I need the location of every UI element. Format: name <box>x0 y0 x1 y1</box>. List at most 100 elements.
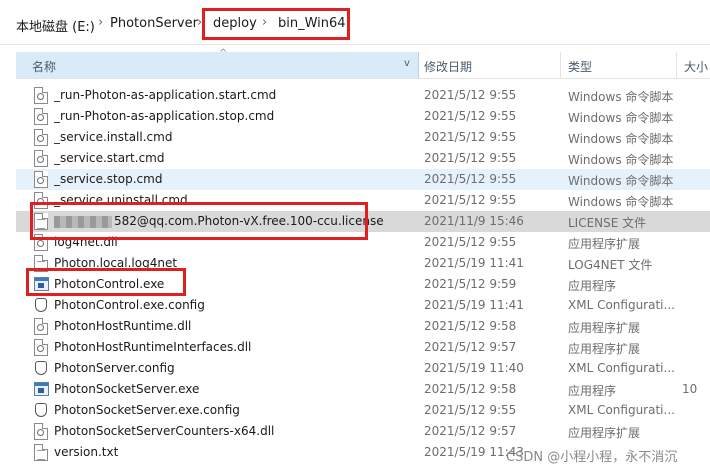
column-divider[interactable] <box>676 52 677 78</box>
sort-ascending-icon: ^ <box>219 48 228 59</box>
column-header-size[interactable]: 大小 <box>684 58 708 75</box>
file-date: 2021/5/19 11:40 <box>424 361 524 375</box>
file-name: _run-Photon-as-application.stop.cmd <box>54 109 275 123</box>
file-row[interactable]: _run-Photon-as-application.start.cmd 2021… <box>16 85 710 106</box>
file-row[interactable]: PhotonSocketServer.exe.config 2021/5/12 9… <box>16 400 710 421</box>
file-row[interactable]: log4net.dll 2021/5/12 9:55 应用程序扩展 <box>16 232 710 253</box>
dll-file-icon <box>34 234 48 251</box>
file-type: Windows 命令脚本 <box>568 153 674 167</box>
config-file-icon <box>34 402 48 419</box>
file-date: 2021/5/12 9:55 <box>424 88 517 102</box>
file-row[interactable]: _service.start.cmd 2021/5/12 9:55 Windows … <box>16 148 710 169</box>
file-name: PhotonSocketServer.exe <box>54 382 200 396</box>
file-row[interactable]: PhotonHostRuntime.dll 2021/5/12 9:58 应用程序扩… <box>16 316 710 337</box>
file-name: _service.start.cmd <box>54 151 165 165</box>
breadcrumb-photonserver[interactable]: PhotonServer <box>110 16 198 31</box>
file-size: 10 <box>682 382 698 396</box>
cmd-file-icon <box>34 129 48 146</box>
file-date: 2021/5/12 9:57 <box>424 424 517 438</box>
file-type: 应用程序扩展 <box>568 237 641 251</box>
file-name: PhotonSocketServerCounters-x64.dll <box>54 424 275 438</box>
watermark-text: CSDN @小程小程，永不消沉 <box>506 450 678 465</box>
file-row[interactable]: PhotonControl.exe.config 2021/5/19 11:41 X… <box>16 295 710 316</box>
file-date: 2021/5/12 9:58 <box>424 382 517 396</box>
breadcrumb-separator-icon[interactable]: › <box>197 15 202 30</box>
file-date: 2021/5/12 9:55 <box>424 403 517 417</box>
file-name: PhotonControl.exe.config <box>54 298 205 312</box>
file-date: 2021/5/12 9:55 <box>424 109 517 123</box>
breadcrumb-separator-icon[interactable]: › <box>98 15 103 30</box>
cmd-file-icon <box>34 171 48 188</box>
file-row[interactable]: 582@qq.com.Photon-vX.free.100-ccu.licens… <box>16 211 710 232</box>
file-name: PhotonHostRuntimeInterfaces.dll <box>54 340 252 354</box>
exe-file-icon <box>34 277 49 291</box>
cmd-file-icon <box>34 87 48 104</box>
file-name: PhotonHostRuntime.dll <box>54 319 192 333</box>
file-name: PhotonSocketServer.exe.config <box>54 403 240 417</box>
file-row[interactable]: PhotonHostRuntimeInterfaces.dll 2021/5/12… <box>16 337 710 358</box>
address-bar[interactable]: 本地磁盘 (E:) › PhotonServer › deploy › bin_… <box>0 0 710 45</box>
file-type: 应用程序扩展 <box>568 426 641 440</box>
breadcrumb-local-disk[interactable]: 本地磁盘 (E:) <box>16 16 95 35</box>
breadcrumb-bin-win64[interactable]: bin_Win64 <box>278 16 346 31</box>
breadcrumb-deploy[interactable]: deploy <box>213 16 257 31</box>
file-date: 2021/11/9 15:46 <box>424 214 524 228</box>
cmd-file-icon <box>34 150 48 167</box>
cmd-file-icon <box>34 192 48 209</box>
file-name: _service.install.cmd <box>54 130 173 144</box>
file-date: 2021/5/12 9:55 <box>424 172 517 186</box>
file-date: 2021/5/12 9:55 <box>424 130 517 144</box>
config-file-icon <box>34 360 48 377</box>
breadcrumb-separator-icon[interactable]: › <box>262 15 267 30</box>
file-type: 应用程序 <box>568 279 617 293</box>
file-type: LICENSE 文件 <box>568 216 647 230</box>
column-header-type[interactable]: 类型 <box>568 58 592 75</box>
column-header-name[interactable]: ^ 名称 v <box>16 48 419 78</box>
file-type: 应用程序扩展 <box>568 321 641 335</box>
file-type: XML Configurati... <box>568 403 675 417</box>
dll-file-icon <box>34 339 48 356</box>
file-row[interactable]: _service.uninstall.cmd 2021/5/12 9:55 Wind… <box>16 190 710 211</box>
file-type: 应用程序 <box>568 384 617 398</box>
file-row[interactable]: PhotonServer.config 2021/5/19 11:40 XML Co… <box>16 358 710 379</box>
file-date: 2021/5/19 11:41 <box>424 256 524 270</box>
column-divider[interactable] <box>560 52 561 78</box>
exe-file-icon <box>34 382 49 396</box>
file-type: Windows 命令脚本 <box>568 132 674 146</box>
file-name: Photon.local.log4net <box>54 256 178 270</box>
file-date: 2021/5/12 9:59 <box>424 277 517 291</box>
file-type: Windows 命令脚本 <box>568 174 674 188</box>
file-type: XML Configurati... <box>568 361 675 375</box>
file-name: _service.uninstall.cmd <box>54 193 188 207</box>
file-name: _run-Photon-as-application.start.cmd <box>54 88 277 102</box>
file-name: PhotonControl.exe <box>54 277 165 291</box>
file-row[interactable]: Photon.local.log4net 2021/5/19 11:41 LOG4N… <box>16 253 710 274</box>
config-file-icon <box>34 297 48 314</box>
cmd-file-icon <box>34 108 48 125</box>
file-row[interactable]: _service.install.cmd 2021/5/12 9:55 Window… <box>16 127 710 148</box>
chevron-down-icon[interactable]: v <box>404 58 410 69</box>
license-file-icon <box>34 213 48 230</box>
file-row[interactable]: PhotonSocketServer.exe 2021/5/12 9:58 应用程序… <box>16 379 710 400</box>
file-type: LOG4NET 文件 <box>568 258 653 272</box>
file-date: 2021/5/12 9:57 <box>424 340 517 354</box>
file-row[interactable]: _service.stop.cmd 2021/5/12 9:55 Windows 命… <box>16 169 710 190</box>
dll-file-icon <box>34 423 48 440</box>
column-header-date[interactable]: 修改日期 <box>424 58 472 75</box>
file-type: 应用程序扩展 <box>568 342 641 356</box>
file-name: _service.stop.cmd <box>54 172 163 186</box>
file-date: 2021/5/12 9:55 <box>424 193 517 207</box>
file-date: 2021/5/12 9:58 <box>424 319 517 333</box>
file-date: 2021/5/19 11:41 <box>424 298 524 312</box>
file-type: Windows 命令脚本 <box>568 111 674 125</box>
file-row[interactable]: _run-Photon-as-application.stop.cmd 2021/… <box>16 106 710 127</box>
file-row[interactable]: PhotonControl.exe 2021/5/12 9:59 应用程序 <box>16 274 710 295</box>
file-type: Windows 命令脚本 <box>568 90 674 104</box>
file-type: XML Configurati... <box>568 298 675 312</box>
file-name: PhotonServer.config <box>54 361 175 375</box>
file-row[interactable]: PhotonSocketServerCounters-x64.dll 2021/5… <box>16 421 710 442</box>
file-date: 2021/5/12 9:55 <box>424 151 517 165</box>
file-name: 582@qq.com.Photon-vX.free.100-ccu.licens… <box>114 214 384 228</box>
redacted-email-block <box>54 216 112 228</box>
text-file-icon <box>34 444 48 461</box>
